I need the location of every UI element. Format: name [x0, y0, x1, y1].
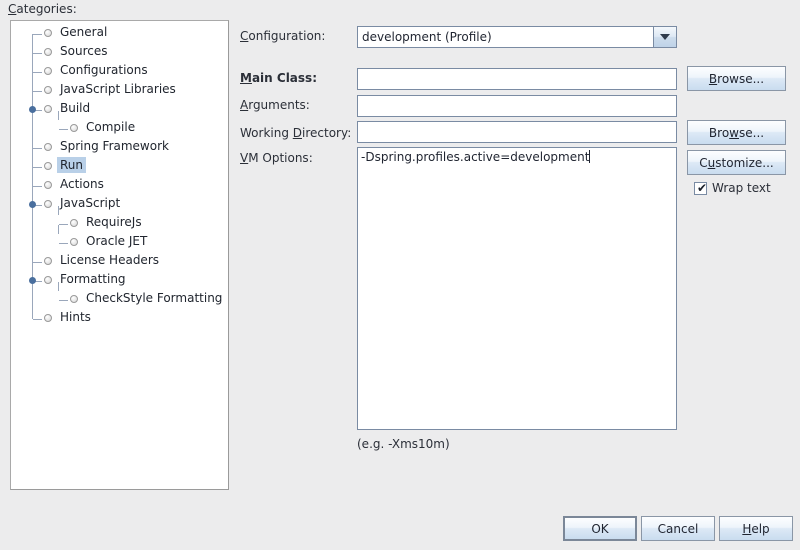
- chevron-down-icon[interactable]: [653, 27, 676, 47]
- tree-item-spring-framework[interactable]: Spring Framework: [57, 138, 172, 157]
- categories-label: Categories:: [8, 2, 77, 16]
- tree-expand-handle-icon[interactable]: [29, 105, 36, 113]
- tree-item-label: JavaScript Libraries: [60, 82, 176, 96]
- tree-guide-line: [33, 33, 42, 35]
- tree-guide-line: [33, 52, 42, 54]
- categories-tree[interactable]: General Sources Configurations JavaScript L…: [10, 20, 229, 490]
- tree-node-icon: [44, 28, 52, 37]
- vm-options-hint: (e.g. -Xms10m): [357, 437, 450, 451]
- vm-options-label: VM Options:: [240, 151, 313, 165]
- tree-item-label: Hints: [60, 310, 91, 324]
- tree-node-icon: [44, 199, 52, 208]
- tree-item-configurations[interactable]: Configurations: [57, 62, 151, 81]
- customize-button[interactable]: Cu stomize...: [687, 150, 786, 175]
- tree-guide-line: [33, 261, 42, 263]
- tree-guide-line: [58, 205, 59, 215]
- tree-item-oracle-jet[interactable]: Oracle JET: [83, 233, 150, 252]
- tree-item-label: JavaScript: [60, 196, 121, 210]
- tree-node-icon: [44, 85, 52, 94]
- tree-item-javascript-libraries[interactable]: JavaScript Libraries: [57, 81, 179, 100]
- configuration-label: Configuration:: [240, 29, 326, 43]
- tree-guide-line: [33, 71, 42, 73]
- tree-guide-line: [59, 299, 68, 301]
- tree-item-label: Compile: [86, 120, 136, 134]
- tree-item-label: Run: [57, 157, 87, 173]
- tree-node-icon: [70, 237, 78, 246]
- tree-item-label: Build: [60, 101, 91, 115]
- tree-item-general[interactable]: General: [57, 24, 110, 43]
- configuration-value: development (Profile): [362, 30, 492, 44]
- tree-item-label: Oracle JET: [86, 234, 148, 248]
- tree-item-requirejs[interactable]: RequireJs: [83, 214, 145, 233]
- tree-item-run[interactable]: Run: [57, 157, 87, 176]
- configuration-combobox[interactable]: development (Profile): [357, 26, 677, 48]
- tree-item-label: CheckStyle Formatting: [86, 291, 223, 305]
- wrap-text-label: Wrap text: [712, 181, 771, 195]
- tree-node-icon: [70, 294, 78, 303]
- tree-node-icon: [44, 313, 52, 322]
- wrap-text-checkbox-row[interactable]: ✔ Wrap text: [694, 181, 771, 195]
- tree-guide-line: [59, 242, 68, 244]
- tree-expand-handle-icon[interactable]: [29, 276, 36, 284]
- tree-item-label: Formatting: [60, 272, 126, 286]
- help-button[interactable]: Help: [719, 516, 793, 541]
- cancel-button[interactable]: Cancel: [641, 516, 715, 541]
- tree-item-sources[interactable]: Sources: [57, 43, 110, 62]
- tree-item-compile[interactable]: Compile: [83, 119, 138, 138]
- tree-node-icon: [44, 104, 52, 113]
- tree-node-icon: [44, 47, 52, 56]
- tree-node-icon: [44, 142, 52, 151]
- tree-node-icon: [44, 66, 52, 75]
- tree-item-label: Sources: [60, 44, 108, 58]
- tree-guide-line: [33, 147, 42, 149]
- wrap-text-checkbox[interactable]: ✔: [694, 180, 708, 195]
- text-caret: [589, 150, 591, 163]
- tree-item-label: License Headers: [60, 253, 159, 267]
- tree-item-javascript[interactable]: JavaScript: [57, 195, 123, 214]
- tree-item-build[interactable]: Build: [57, 100, 93, 119]
- tree-guide-line: [32, 33, 33, 319]
- vm-options-textarea[interactable]: -Dspring.profiles.active=development: [357, 147, 677, 430]
- tree-node-icon: [70, 218, 78, 227]
- arguments-label: Arguments:: [240, 98, 310, 112]
- tree-item-label: Spring Framework: [60, 139, 169, 153]
- browse-main-class-button[interactable]: Browse...: [687, 66, 786, 91]
- tree-guide-line: [33, 90, 42, 92]
- working-directory-input[interactable]: [357, 121, 677, 143]
- tree-item-label: RequireJs: [86, 215, 142, 229]
- tree-node-icon: [44, 275, 52, 284]
- tree-item-label: General: [60, 25, 108, 39]
- tree-node-icon: [44, 256, 52, 265]
- tree-guide-line: [59, 128, 68, 130]
- tree-item-checkstyle-formatting[interactable]: CheckStyle Formatting: [83, 290, 225, 309]
- tree-item-actions[interactable]: Actions: [57, 176, 107, 195]
- tree-guide-line: [33, 185, 42, 187]
- tree-node-icon: [70, 123, 78, 132]
- tree-guide-line: [58, 110, 59, 120]
- main-class-input[interactable]: [357, 68, 677, 90]
- tree-item-formatting[interactable]: Formatting: [57, 271, 129, 290]
- working-directory-label: Working Directory:: [240, 126, 352, 140]
- tree-item-label: Configurations: [60, 63, 148, 77]
- ok-button[interactable]: OK: [563, 516, 637, 541]
- main-class-label: Main Class:: [240, 71, 317, 85]
- tree-guide-line: [58, 281, 59, 291]
- vm-options-value: -Dspring.profiles.active=development: [361, 150, 590, 164]
- tree-guide-line: [58, 224, 59, 234]
- tree-node-icon: [44, 180, 52, 189]
- tree-item-label: Actions: [60, 177, 104, 191]
- tree-expand-handle-icon[interactable]: [29, 200, 36, 208]
- check-icon: ✔: [697, 180, 708, 195]
- tree-guide-line: [59, 223, 68, 225]
- tree-node-icon: [44, 161, 52, 170]
- browse-working-directory-button[interactable]: Bro w se...: [687, 120, 786, 145]
- tree-item-hints[interactable]: Hints: [57, 309, 94, 328]
- arguments-input[interactable]: [357, 95, 677, 117]
- tree-guide-line: [33, 166, 42, 168]
- tree-item-license-headers[interactable]: License Headers: [57, 252, 162, 271]
- tree-guide-line: [33, 318, 42, 320]
